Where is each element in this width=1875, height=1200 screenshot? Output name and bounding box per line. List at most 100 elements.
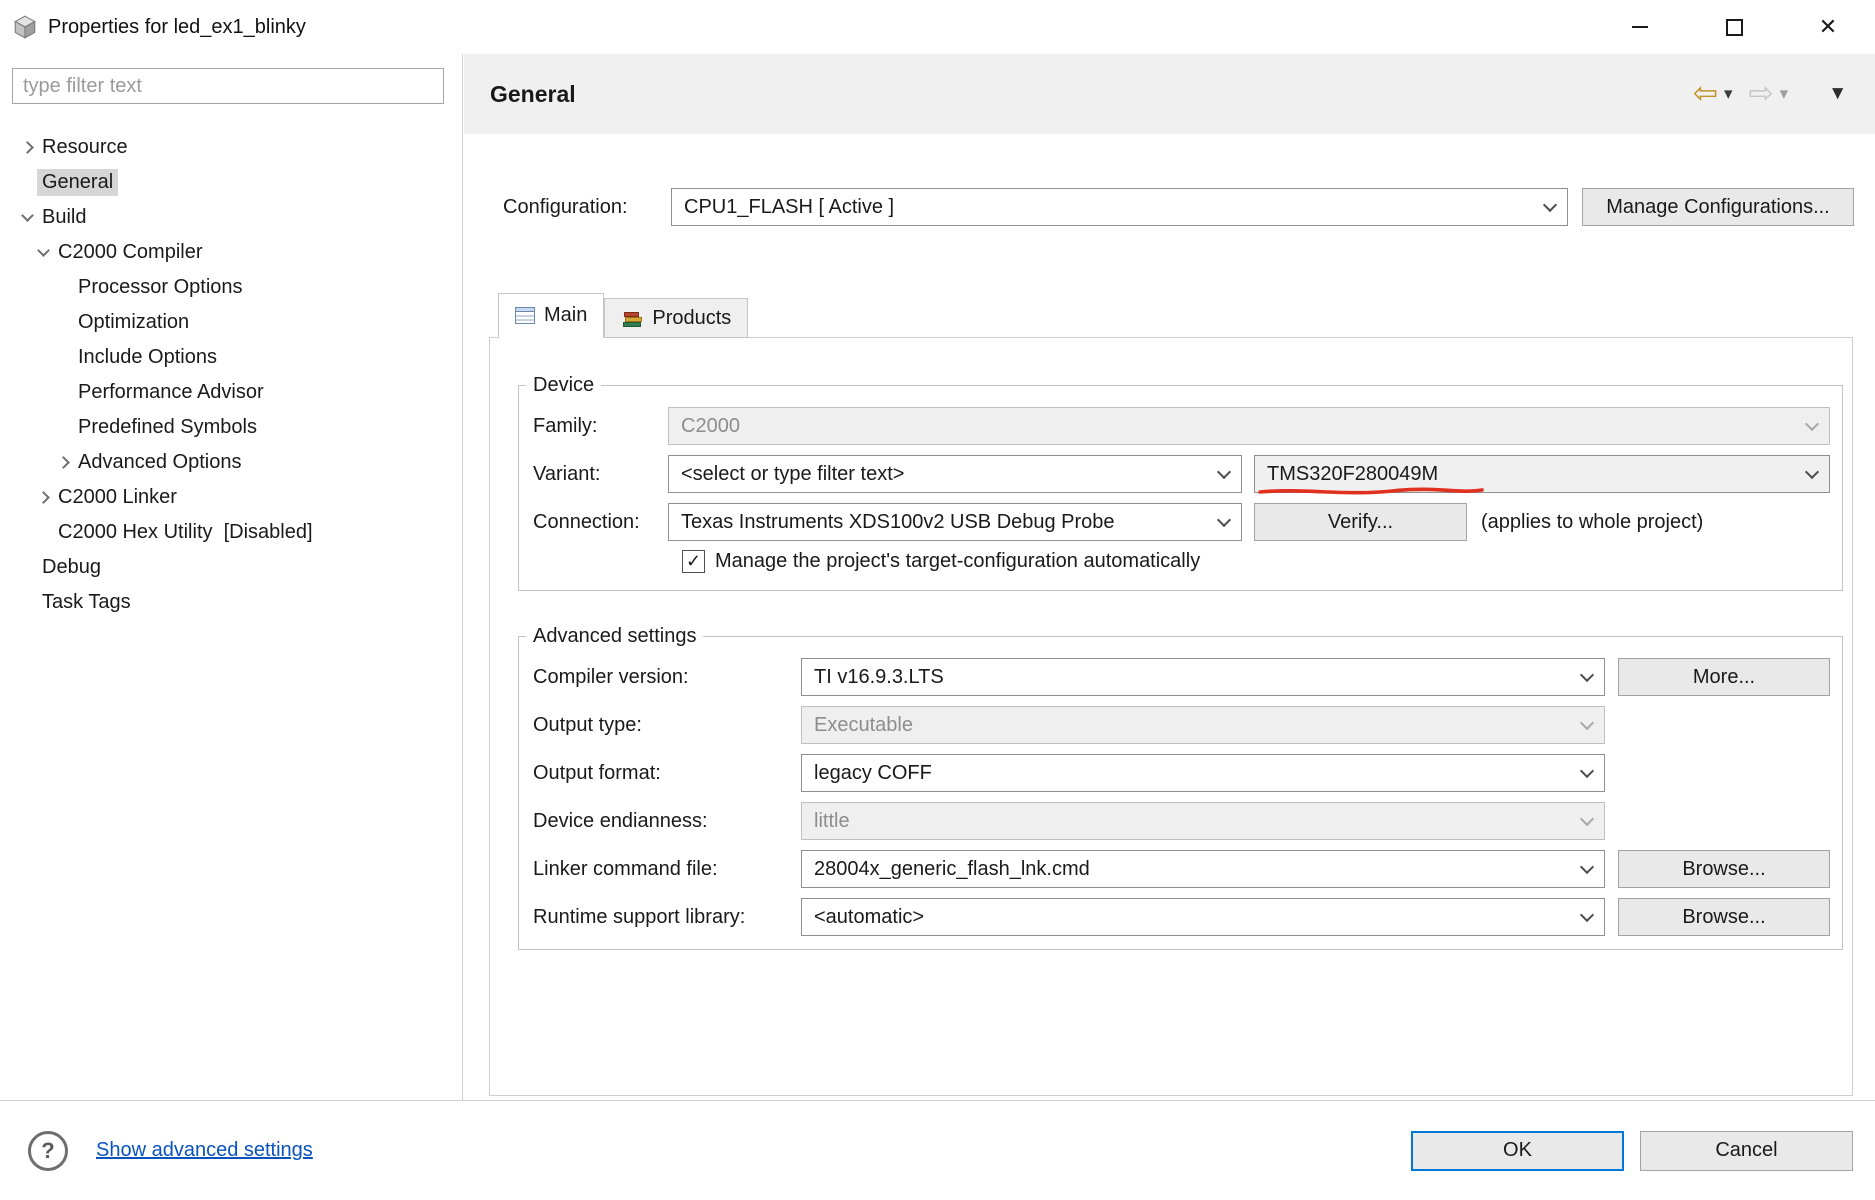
family-row: Family: C2000 bbox=[533, 407, 1842, 445]
configuration-value: CPU1_FLASH [ Active ] bbox=[684, 195, 895, 218]
more-button[interactable]: More... bbox=[1618, 658, 1830, 696]
tree-item-c2000-compiler[interactable]: C2000 Compiler bbox=[0, 235, 461, 270]
linker-browse-button[interactable]: Browse... bbox=[1618, 850, 1830, 888]
dropdown-chevron-icon bbox=[1579, 811, 1595, 826]
tree-item-processor-options[interactable]: Processor Options bbox=[0, 270, 461, 305]
tab-products[interactable]: Products bbox=[604, 298, 749, 338]
tree-item-label: Processor Options bbox=[78, 276, 243, 298]
tree-item-debug[interactable]: Debug bbox=[0, 550, 461, 585]
main-panel: General ⇦ ▾ ⇨ ▾ ▼ Configuration: CPU1_FL… bbox=[464, 54, 1875, 1100]
tree-item-label: C2000 Hex Utility [Disabled] bbox=[58, 521, 313, 543]
configuration-select[interactable]: CPU1_FLASH [ Active ] bbox=[671, 188, 1568, 226]
tree-item-label: C2000 Compiler bbox=[58, 241, 203, 263]
dropdown-chevron-icon bbox=[1542, 197, 1558, 212]
properties-tree: Resource General Build C2000 Compiler Pr… bbox=[0, 130, 461, 620]
compiler-version-row: Compiler version: TI v16.9.3.LTS More... bbox=[533, 658, 1842, 696]
page-header: General ⇦ ▾ ⇨ ▾ ▼ bbox=[464, 54, 1875, 134]
tree-collapsed-icon[interactable] bbox=[33, 491, 53, 504]
tree-item-label: Optimization bbox=[78, 311, 190, 333]
tree-item-c2000-hex-utility[interactable]: C2000 Hex Utility [Disabled] bbox=[0, 515, 461, 550]
tree-item-label: Build bbox=[42, 206, 87, 228]
tree-collapsed-icon[interactable] bbox=[53, 456, 73, 469]
dropdown-chevron-icon bbox=[1579, 715, 1595, 730]
ok-button[interactable]: OK bbox=[1411, 1130, 1624, 1171]
tree-item-build[interactable]: Build bbox=[0, 200, 461, 235]
tree-item-optimization[interactable]: Optimization bbox=[0, 305, 461, 340]
compiler-version-select[interactable]: TI v16.9.3.LTS bbox=[801, 658, 1605, 696]
auto-manage-label[interactable]: Manage the project's target-configuratio… bbox=[715, 550, 1200, 573]
close-button[interactable]: ✕ bbox=[1781, 0, 1875, 54]
connection-select[interactable]: Texas Instruments XDS100v2 USB Debug Pro… bbox=[668, 503, 1242, 541]
page-title: General bbox=[490, 80, 576, 107]
runtime-support-library-value: <automatic> bbox=[814, 905, 925, 928]
filter-input[interactable] bbox=[12, 68, 444, 104]
connection-value: Texas Instruments XDS100v2 USB Debug Pro… bbox=[681, 510, 1115, 533]
runtime-support-library-select[interactable]: <automatic> bbox=[801, 898, 1605, 936]
variant-select[interactable]: TMS320F280049M bbox=[1254, 455, 1830, 495]
auto-manage-row: ✓ Manage the project's target-configurat… bbox=[682, 550, 1842, 573]
minimize-icon bbox=[1632, 26, 1648, 28]
linker-command-file-label: Linker command file: bbox=[533, 857, 718, 880]
tree-item-advanced-options[interactable]: Advanced Options bbox=[0, 445, 461, 480]
family-label: Family: bbox=[533, 414, 598, 437]
view-menu-icon[interactable]: ▼ bbox=[1828, 83, 1847, 105]
tree-item-general[interactable]: General bbox=[0, 165, 461, 200]
show-advanced-settings-link[interactable]: Show advanced settings bbox=[96, 1139, 313, 1162]
compiler-version-label: Compiler version: bbox=[533, 665, 689, 688]
products-tab-icon bbox=[623, 311, 643, 327]
history-navigation: ⇦ ▾ ⇨ ▾ ▼ bbox=[1693, 79, 1847, 109]
tree-item-label: Resource bbox=[42, 136, 128, 158]
nav-back-menu-icon[interactable]: ▾ bbox=[1724, 84, 1733, 104]
tree-item-performance-advisor[interactable]: Performance Advisor bbox=[0, 375, 461, 410]
tree-item-resource[interactable]: Resource bbox=[0, 130, 461, 165]
tree-item-label: C2000 Linker bbox=[58, 486, 177, 508]
tree-item-task-tags[interactable]: Task Tags bbox=[0, 585, 461, 620]
tree-expanded-icon[interactable] bbox=[33, 244, 53, 257]
auto-manage-checkbox[interactable]: ✓ bbox=[682, 550, 705, 573]
tree-item-predefined-symbols[interactable]: Predefined Symbols bbox=[0, 410, 461, 445]
app-cube-icon bbox=[14, 15, 36, 39]
connection-row: Connection: Texas Instruments XDS100v2 U… bbox=[533, 503, 1842, 541]
help-icon[interactable]: ? bbox=[28, 1130, 68, 1171]
tab-bar: Main Products bbox=[498, 293, 749, 338]
manage-configurations-button[interactable]: Manage Configurations... bbox=[1582, 188, 1854, 226]
runtime-support-library-label: Runtime support library: bbox=[533, 905, 746, 928]
device-group-legend: Device bbox=[533, 374, 595, 396]
advanced-settings-group: Advanced settings Compiler version: TI v… bbox=[518, 625, 1843, 950]
tree-item-c2000-linker[interactable]: C2000 Linker bbox=[0, 480, 461, 515]
help-glyph: ? bbox=[41, 1137, 55, 1163]
variant-label: Variant: bbox=[533, 462, 601, 485]
general-page: Configuration: CPU1_FLASH [ Active ] Man… bbox=[464, 134, 1875, 1100]
tree-item-label: General bbox=[37, 169, 119, 196]
main-tab-panel: Device Family: C2000 Variant: <select or… bbox=[489, 337, 1853, 1096]
checkmark-icon: ✓ bbox=[685, 551, 702, 571]
tab-main-label: Main bbox=[544, 304, 588, 326]
minimize-button[interactable] bbox=[1593, 0, 1687, 54]
dialog-footer: ? Show advanced settings OK Cancel bbox=[0, 1100, 1875, 1200]
device-endianness-label: Device endianness: bbox=[533, 809, 708, 832]
tab-products-label: Products bbox=[652, 306, 732, 329]
nav-back-icon[interactable]: ⇦ bbox=[1693, 79, 1718, 109]
tree-expanded-icon[interactable] bbox=[17, 209, 37, 222]
variant-filter-select[interactable]: <select or type filter text> bbox=[668, 455, 1242, 493]
verify-button[interactable]: Verify... bbox=[1254, 503, 1467, 541]
dropdown-chevron-icon bbox=[1216, 512, 1232, 527]
device-endianness-row: Device endianness: little bbox=[533, 802, 1842, 840]
tab-main[interactable]: Main bbox=[498, 293, 605, 338]
nav-forward-icon: ⇨ bbox=[1748, 77, 1774, 110]
tree-item-include-options[interactable]: Include Options bbox=[0, 340, 461, 375]
runtime-browse-button[interactable]: Browse... bbox=[1618, 898, 1830, 936]
output-type-value: Executable bbox=[814, 713, 913, 736]
advanced-settings-legend: Advanced settings bbox=[533, 625, 697, 647]
device-group: Device Family: C2000 Variant: <select or… bbox=[518, 374, 1843, 591]
cancel-button[interactable]: Cancel bbox=[1640, 1130, 1853, 1171]
output-format-select[interactable]: legacy COFF bbox=[801, 754, 1605, 792]
maximize-button[interactable] bbox=[1687, 0, 1781, 54]
output-type-label: Output type: bbox=[533, 713, 642, 736]
dropdown-chevron-icon bbox=[1579, 667, 1595, 682]
tree-collapsed-icon[interactable] bbox=[17, 141, 37, 154]
variant-value: TMS320F280049M bbox=[1267, 462, 1439, 485]
device-endianness-select: little bbox=[801, 802, 1605, 840]
linker-command-file-select[interactable]: 28004x_generic_flash_lnk.cmd bbox=[801, 850, 1605, 888]
properties-dialog: Properties for led_ex1_blinky ✕ Resource… bbox=[0, 0, 1875, 1200]
